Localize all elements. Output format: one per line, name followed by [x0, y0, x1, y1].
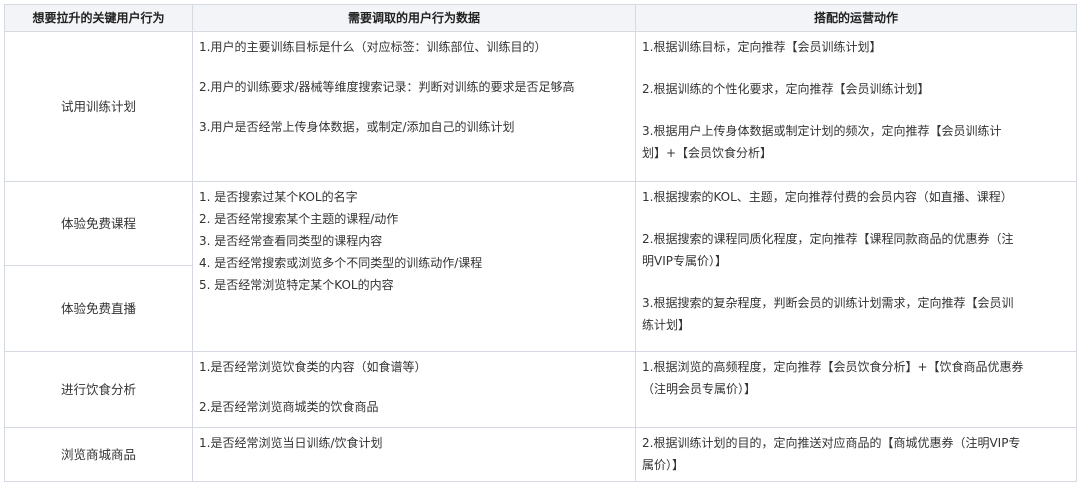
data-item: 1.是否经常浏览当日训练/饮食计划 [199, 436, 383, 450]
data-item: 4. 是否经常搜索或浏览多个不同类型的训练动作/课程 [199, 256, 483, 270]
data-item: 2. 是否经常搜索某个主题的课程/动作 [199, 212, 399, 226]
table-row: 体验免费课程 1. 是否搜索过某个KOL的名字 2. 是否经常搜索某个主题的课程… [4, 181, 1077, 352]
action-item: 2.根据训练计划的目的，定向推送对应商品的【商城优惠券（注明VIP专 [642, 436, 1021, 450]
data-item: 1.用户的主要训练目标是什么（对应标签：训练部位、训练目的） [199, 40, 547, 54]
data-item: 2.是否经常浏览商城类的饮食商品 [199, 400, 379, 414]
action-cell: 1.根据训练目标，定向推荐【会员训练计划】 2.根据训练的个性化要求，定向推荐【… [635, 31, 1077, 182]
behavior-cell: 体验免费直播 [4, 265, 193, 352]
action-item: 划】+【会员饮食分析】 [642, 146, 773, 160]
action-item: 2.根据搜索的课程同质化程度，定向推荐【课程同款商品的优惠券（注 [642, 232, 1014, 246]
header-operation-actions: 搭配的运营动作 [635, 4, 1077, 32]
behavior-operations-table: 想要拉升的关键用户行为 需要调取的用户行为数据 搭配的运营动作 试用训练计划 1… [4, 4, 1077, 482]
data-item: 3. 是否经常查看同类型的课程内容 [199, 234, 383, 248]
action-item: 明VIP专属价）】 [642, 254, 727, 268]
data-cell: 1. 是否搜索过某个KOL的名字 2. 是否经常搜索某个主题的课程/动作 3. … [192, 181, 636, 352]
data-cell: 1.用户的主要训练目标是什么（对应标签：训练部位、训练目的） 2.用户的训练要求… [192, 31, 636, 182]
action-cell: 2.根据训练计划的目的，定向推送对应商品的【商城优惠券（注明VIP专 属价）】 [635, 427, 1077, 482]
table-row: 进行饮食分析 1.是否经常浏览饮食类的内容（如食谱等） 2.是否经常浏览商城类的… [4, 351, 1077, 428]
action-item: 1.根据训练目标，定向推荐【会员训练计划】 [642, 40, 882, 54]
data-item: 1.是否经常浏览饮食类的内容（如食谱等） [199, 360, 427, 374]
action-item: 1.根据搜索的KOL、主题，定向推荐付费的会员内容（如直播、课程） [642, 190, 1013, 204]
action-item: 3.根据用户上传身体数据或制定计划的频次，定向推荐【会员训练计 [642, 124, 1002, 138]
data-cell: 1.是否经常浏览饮食类的内容（如食谱等） 2.是否经常浏览商城类的饮食商品 [192, 351, 636, 428]
action-cell: 1.根据搜索的KOL、主题，定向推荐付费的会员内容（如直播、课程） 2.根据搜索… [635, 181, 1077, 352]
data-item: 1. 是否搜索过某个KOL的名字 [199, 190, 358, 204]
action-item: 1.根据浏览的高频程度，定向推荐【会员饮食分析】+【饮食商品优惠券 [642, 360, 1024, 374]
behavior-cell: 进行饮食分析 [4, 351, 193, 428]
behavior-cell: 试用训练计划 [4, 31, 193, 182]
header-key-behavior: 想要拉升的关键用户行为 [4, 4, 193, 32]
data-cell: 1.是否经常浏览当日训练/饮食计划 [192, 427, 636, 482]
action-cell: 1.根据浏览的高频程度，定向推荐【会员饮食分析】+【饮食商品优惠券 （注明会员专… [635, 351, 1077, 428]
action-item: 3.根据搜索的复杂程度，判断会员的训练计划需求，定向推荐【会员训 [642, 296, 1014, 310]
data-item: 2.用户的训练要求/器械等维度搜索记录：判断对训练的要求是否足够高 [199, 80, 575, 94]
data-item: 5. 是否经常浏览特定某个KOL的内容 [199, 278, 394, 292]
action-item: 练计划】 [642, 318, 691, 332]
data-item: 3.用户是否经常上传身体数据，或制定/添加自己的训练计划 [199, 120, 515, 134]
header-behavior-data: 需要调取的用户行为数据 [192, 4, 636, 32]
action-item: 属价）】 [642, 458, 685, 472]
table-header-row: 想要拉升的关键用户行为 需要调取的用户行为数据 搭配的运营动作 [4, 4, 1077, 32]
table-row: 浏览商城商品 1.是否经常浏览当日训练/饮食计划 2.根据训练计划的目的，定向推… [4, 427, 1077, 482]
table-row: 试用训练计划 1.用户的主要训练目标是什么（对应标签：训练部位、训练目的） 2.… [4, 31, 1077, 182]
action-item: （注明会员专属价）】 [642, 382, 757, 396]
action-item: 2.根据训练的个性化要求，定向推荐【会员训练计划】 [642, 82, 930, 96]
behavior-cell: 体验免费课程 [4, 181, 193, 266]
behavior-cell: 浏览商城商品 [4, 427, 193, 482]
